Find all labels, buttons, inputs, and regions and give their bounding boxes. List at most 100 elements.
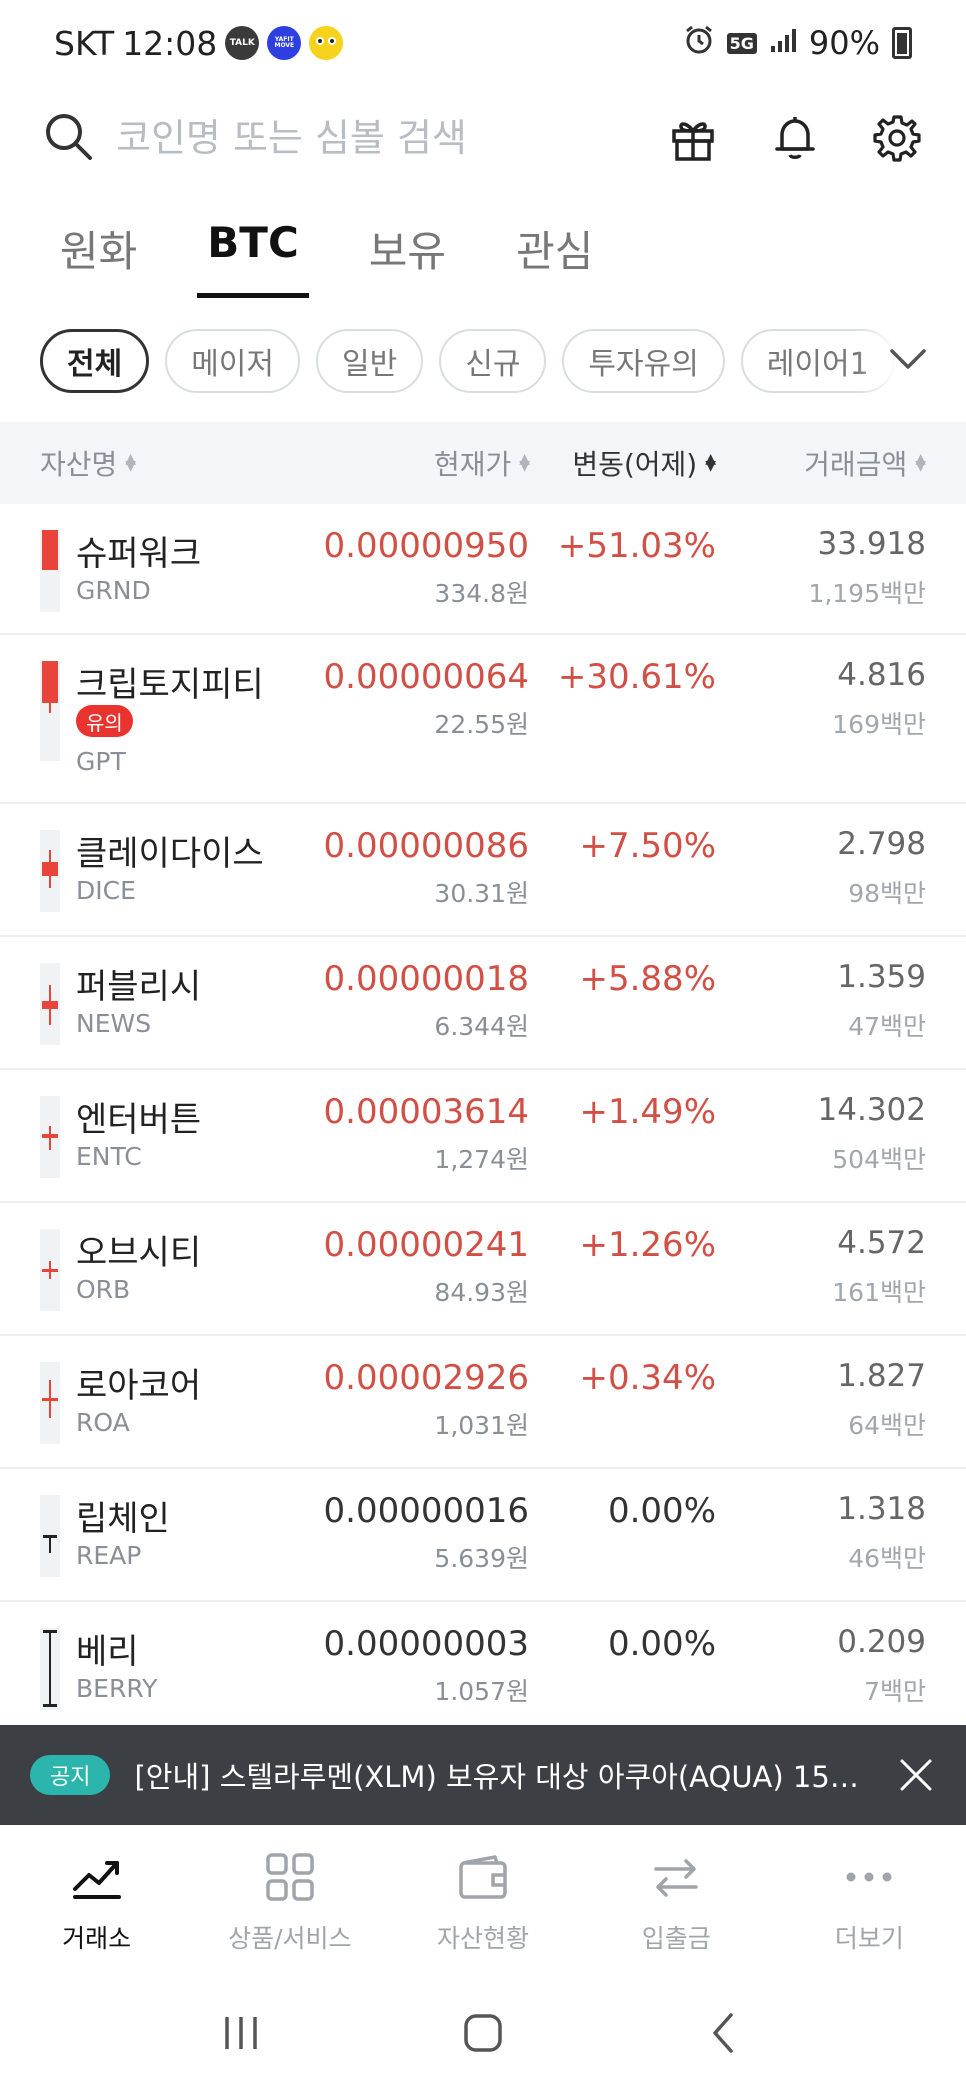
nav-label: 입출금 xyxy=(641,1924,711,1953)
status-left: SKT 12:08 TALK YAFIT MOVE xyxy=(54,23,344,63)
coin-volume-krw: 169백만 xyxy=(832,710,926,739)
coin-row-berry[interactable]: 베리 BERRY 0.00000003 1.057원 0.00% 0.209 7… xyxy=(0,1602,966,1735)
tab-label: 관심 xyxy=(516,227,594,276)
tab-holdings[interactable]: 보유 xyxy=(359,218,456,298)
battery-level: 90% xyxy=(808,24,880,62)
network-type: 5G xyxy=(726,32,757,54)
sort-by-price[interactable]: 현재가 ▲ ▼ xyxy=(434,443,530,483)
tab-btc[interactable]: BTC xyxy=(197,218,309,298)
nav-assets[interactable]: 자산현황 xyxy=(386,1827,579,1977)
notice-text[interactable]: [안내] 스텔라루멘(XLM) 보유자 대상 아쿠아(AQUA) 15… xyxy=(134,1754,864,1796)
coin-volume-krw: 161백만 xyxy=(832,1278,926,1307)
status-right: 5G 90% xyxy=(683,23,912,63)
coin-name: 오브시티 xyxy=(76,1233,202,1273)
coin-row-roa[interactable]: 로아코어 ROA 0.00002926 1,031원 +0.34% 1.827 … xyxy=(0,1336,966,1469)
coin-volume: 4.816 xyxy=(837,657,926,693)
coin-price-krw: 84.93원 xyxy=(434,1278,529,1307)
coin-row-grnd[interactable]: 슈퍼워크 GRND 0.00000950 334.8원 +51.03% 33.9… xyxy=(0,504,966,635)
sort-icon: ▲ ▼ xyxy=(519,451,530,474)
coin-change: +0.34% xyxy=(579,1358,717,1398)
coin-price: 0.00000003 xyxy=(323,1624,530,1664)
sort-desc-icon: ▲ ▼ xyxy=(705,451,716,474)
chevron-down-icon xyxy=(888,347,928,375)
clock: 12:08 xyxy=(122,23,218,63)
coin-row-dice[interactable]: 클레이다이스 DICE 0.00000086 30.31원 +7.50% 2.7… xyxy=(0,804,966,937)
coin-price-krw: 22.55원 xyxy=(434,710,529,739)
coin-symbol: GRND xyxy=(76,576,151,605)
sort-by-name[interactable]: 자산명 ▲ ▼ xyxy=(40,443,136,483)
coin-row-entc[interactable]: 엔터버튼 ENTC 0.00003614 1,274원 +1.49% 14.30… xyxy=(0,1070,966,1203)
back-icon[interactable] xyxy=(703,2011,747,2059)
coin-symbol: REAP xyxy=(76,1541,142,1570)
chip-general[interactable]: 일반 xyxy=(316,329,424,393)
notice-banner[interactable]: 공지 [안내] 스텔라루멘(XLM) 보유자 대상 아쿠아(AQUA) 15… xyxy=(0,1725,966,1825)
search-input[interactable] xyxy=(116,116,636,160)
bell-icon[interactable] xyxy=(768,111,822,165)
coin-price: 0.00000950 xyxy=(323,526,530,566)
search-header xyxy=(0,96,966,180)
tab-favorites[interactable]: 관심 xyxy=(506,218,603,298)
close-icon[interactable] xyxy=(894,1753,938,1797)
nav-deposit-withdraw[interactable]: 입출금 xyxy=(580,1827,773,1977)
signal-icon xyxy=(769,24,797,62)
nav-products[interactable]: 상품/서비스 xyxy=(193,1827,386,1977)
chip-new[interactable]: 신규 xyxy=(439,329,547,393)
wallet-icon xyxy=(455,1849,511,1909)
candle-icon xyxy=(40,530,60,612)
coin-volume-krw: 47백만 xyxy=(848,1012,926,1041)
candle-icon xyxy=(40,1096,60,1178)
home-icon[interactable] xyxy=(461,2011,505,2059)
chip-major[interactable]: 메이저 xyxy=(165,329,301,393)
header-actions xyxy=(666,111,924,165)
recent-apps-icon[interactable] xyxy=(219,2011,263,2059)
coin-row-orb[interactable]: 오브시티 ORB 0.00000241 84.93원 +1.26% 4.572 … xyxy=(0,1203,966,1336)
coin-volume-krw: 1,195백만 xyxy=(808,579,926,608)
coin-price-krw: 1.057원 xyxy=(434,1677,529,1706)
nav-label: 상품/서비스 xyxy=(228,1924,352,1953)
candle-icon xyxy=(40,661,60,761)
candle-icon xyxy=(40,963,60,1045)
coin-volume-krw: 504백만 xyxy=(832,1145,926,1174)
coin-price-krw: 334.8원 xyxy=(434,579,529,608)
coin-price-krw: 30.31원 xyxy=(434,879,529,908)
chip-caution[interactable]: 투자유의 xyxy=(562,329,725,393)
coin-symbol: DICE xyxy=(76,876,136,905)
coin-price: 0.00003614 xyxy=(323,1092,530,1132)
coin-row-news[interactable]: 퍼블리시 NEWS 0.00000018 6.344원 +5.88% 1.359… xyxy=(0,937,966,1070)
candle-icon xyxy=(40,1495,60,1577)
tab-label: 원화 xyxy=(60,227,138,276)
coin-volume-krw: 64백만 xyxy=(848,1411,926,1440)
nav-exchange[interactable]: 거래소 xyxy=(0,1827,193,1977)
expand-filters-button[interactable] xyxy=(856,326,966,396)
coin-price: 0.00000016 xyxy=(323,1491,530,1531)
tab-krw[interactable]: 원화 xyxy=(50,218,147,298)
sort-by-volume[interactable]: 거래금액 ▲ ▼ xyxy=(804,443,926,483)
coin-row-gpt[interactable]: 크립토지피티 유의 GPT 0.00000064 22.55원 +30.61% … xyxy=(0,635,966,804)
search-icon[interactable] xyxy=(42,110,94,166)
coin-symbol: ROA xyxy=(76,1408,130,1437)
coin-price: 0.00000018 xyxy=(323,959,530,999)
candle-icon xyxy=(40,830,60,912)
tab-label: BTC xyxy=(207,218,299,267)
filter-chips: 전체 메이저 일반 신규 투자유의 레이어1 xyxy=(0,326,966,396)
sort-by-change[interactable]: 변동(어제) ▲ ▼ xyxy=(572,443,716,483)
coin-change: +7.50% xyxy=(579,826,717,866)
coin-price-krw: 6.344원 xyxy=(434,1012,529,1041)
coin-price: 0.00000241 xyxy=(323,1225,530,1265)
gear-icon[interactable] xyxy=(870,111,924,165)
coin-price: 0.00000086 xyxy=(323,826,530,866)
coin-symbol: NEWS xyxy=(76,1009,152,1038)
coin-volume: 14.302 xyxy=(817,1092,926,1128)
coin-row-reap[interactable]: 립체인 REAP 0.00000016 5.639원 0.00% 1.318 4… xyxy=(0,1469,966,1602)
nav-label: 거래소 xyxy=(62,1924,132,1953)
column-change-label: 변동(어제) xyxy=(572,448,698,481)
coin-name: 클레이다이스 xyxy=(76,834,264,874)
coin-change: +5.88% xyxy=(579,959,717,999)
status-bar: SKT 12:08 TALK YAFIT MOVE 5G 90% xyxy=(0,0,966,86)
chip-all[interactable]: 전체 xyxy=(40,329,150,393)
coin-price-krw: 5.639원 xyxy=(434,1544,529,1573)
candle-icon xyxy=(40,1628,60,1710)
nav-more[interactable]: 더보기 xyxy=(773,1827,966,1977)
gift-icon[interactable] xyxy=(666,111,720,165)
grid-icon xyxy=(262,1849,318,1909)
